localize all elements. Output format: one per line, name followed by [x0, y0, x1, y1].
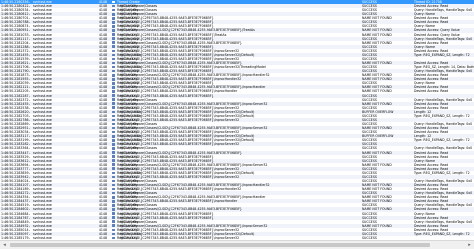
scroll-left-arrow-icon[interactable]: ◂ [1, 242, 8, 248]
scrollbar-thumb[interactable] [10, 243, 430, 247]
horizontal-scrollbar[interactable]: ◂ ▸ [0, 240, 474, 249]
event-grid[interactable]: 1:46:50.2280356 AMsvchost.exe4148Thread … [0, 0, 474, 240]
scroll-right-arrow-icon[interactable]: ▸ [466, 242, 473, 248]
